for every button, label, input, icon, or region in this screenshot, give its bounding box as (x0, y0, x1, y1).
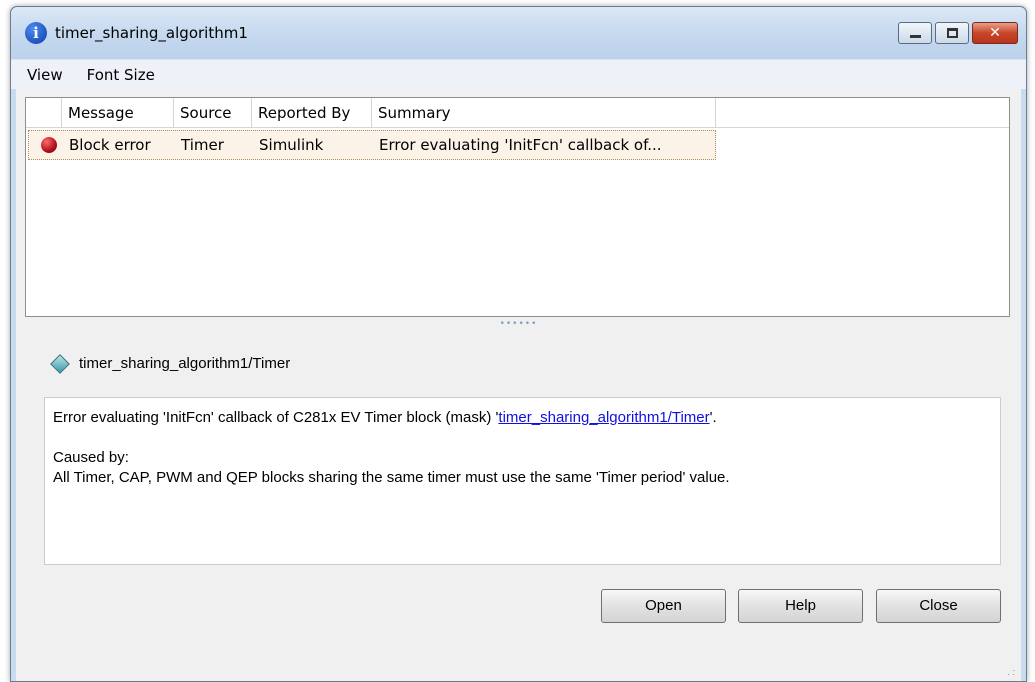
message-detail-box: Error evaluating 'InitFcn' callback of C… (44, 397, 1001, 565)
open-button[interactable]: Open (601, 589, 726, 623)
close-button[interactable]: Close (876, 589, 1001, 623)
error-icon (41, 137, 57, 153)
menu-view[interactable]: View (27, 66, 63, 84)
error-line-suffix: '. (709, 409, 717, 426)
maximize-icon (947, 28, 958, 38)
block-icon (50, 353, 70, 374)
table-header: Message Source Reported By Summary (26, 98, 1009, 128)
window-title: timer_sharing_algorithm1 (55, 24, 248, 42)
row-source: Timer (181, 136, 224, 154)
table-row[interactable]: Block error Timer Simulink Error evaluat… (28, 130, 716, 160)
close-icon: ✕ (989, 25, 1001, 41)
error-line: Error evaluating 'InitFcn' callback of C… (53, 408, 992, 428)
column-header-source[interactable]: Source (174, 98, 252, 128)
info-icon: i (25, 22, 47, 44)
window-controls: ✕ (898, 22, 1018, 44)
title-bar[interactable]: i timer_sharing_algorithm1 ✕ (11, 7, 1026, 59)
minimize-button[interactable] (898, 22, 932, 44)
menu-bar: View Font Size (11, 59, 1026, 89)
dialog-window: i timer_sharing_algorithm1 ✕ View Font S… (10, 6, 1027, 682)
caused-by-label: Caused by: (53, 449, 129, 466)
column-header-reported-by[interactable]: Reported By (252, 98, 372, 128)
column-header-icon[interactable] (26, 98, 62, 128)
splitter-handle[interactable]: •••••• (16, 320, 1021, 329)
close-window-button[interactable]: ✕ (972, 22, 1018, 44)
help-button[interactable]: Help (738, 589, 863, 623)
row-message: Block error (69, 136, 151, 154)
resize-grip-icon[interactable]: .. . (1007, 665, 1015, 677)
cause-text: All Timer, CAP, PWM and QEP blocks shari… (53, 469, 730, 486)
block-link[interactable]: timer_sharing_algorithm1/Timer (498, 409, 709, 426)
minimize-icon (910, 35, 921, 38)
column-header-message[interactable]: Message (62, 98, 174, 128)
message-table: Message Source Reported By Summary Block… (25, 97, 1010, 317)
block-path-header: timer_sharing_algorithm1/Timer (50, 353, 291, 374)
error-line-prefix: Error evaluating 'InitFcn' callback of C… (53, 409, 499, 426)
menu-font-size[interactable]: Font Size (87, 66, 155, 84)
column-header-summary[interactable]: Summary (372, 98, 716, 128)
maximize-button[interactable] (935, 22, 969, 44)
block-path-text: timer_sharing_algorithm1/Timer (79, 355, 291, 372)
row-summary: Error evaluating 'InitFcn' callback of..… (379, 136, 662, 154)
dialog-content: Message Source Reported By Summary Block… (16, 89, 1021, 681)
row-reported-by: Simulink (259, 136, 324, 154)
